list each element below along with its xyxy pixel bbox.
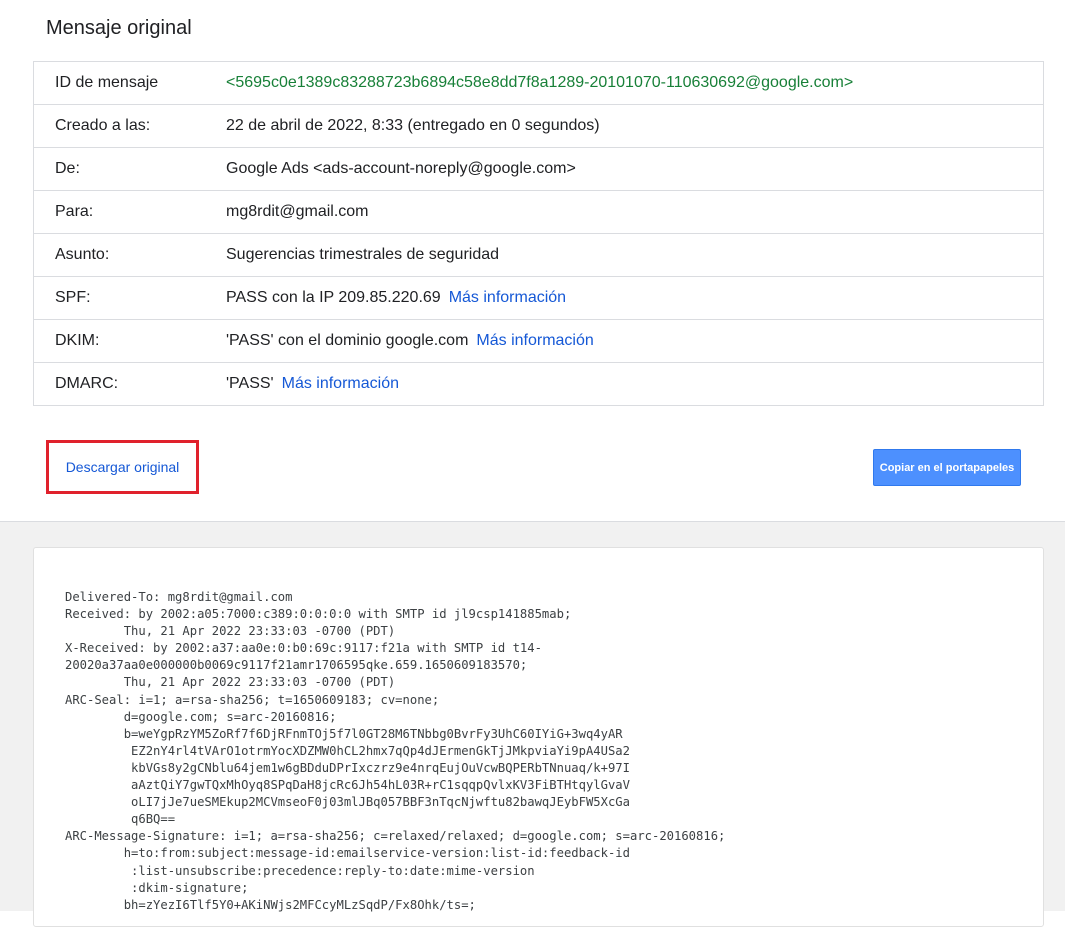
raw-message-card: Delivered-To: mg8rdit@gmail.com Received… xyxy=(33,547,1044,927)
header-value-subject: Sugerencias trimestrales de seguridad xyxy=(226,246,500,263)
header-value-dkim: 'PASS' con el dominio google.com Más info… xyxy=(226,332,1043,350)
header-row-spf: SPF: PASS con la IP 209.85.220.69 Más inf… xyxy=(34,277,1043,320)
copy-to-clipboard-button[interactable]: Copiar en el portapapeles xyxy=(873,449,1021,486)
dmarc-more-info-link[interactable]: Más información xyxy=(282,375,399,392)
header-label: Para: xyxy=(55,203,94,220)
header-label: DKIM: xyxy=(55,332,100,349)
header-row-dkim: DKIM: 'PASS' con el dominio google.com Má… xyxy=(34,320,1043,363)
download-highlight-box: Descargar original xyxy=(46,440,199,494)
header-value-dmarc: 'PASS' Más información xyxy=(226,375,1043,393)
header-label: Creado a las: xyxy=(55,117,151,134)
header-row-dmarc: DMARC: 'PASS' Más información xyxy=(34,363,1043,405)
download-original-link[interactable]: Descargar original xyxy=(66,459,180,475)
message-headers-table: ID de mensaje <5695c0e1389c83288723b6894… xyxy=(33,61,1044,406)
header-label: Asunto: xyxy=(55,246,110,263)
dkim-more-info-link[interactable]: Más información xyxy=(476,332,593,349)
raw-message-source: Delivered-To: mg8rdit@gmail.com Received… xyxy=(65,590,726,912)
header-row-to: Para: mg8rdit@gmail.com xyxy=(34,191,1043,234)
dmarc-result: 'PASS' xyxy=(226,375,274,392)
header-row-from: De: Google Ads <ads-account-noreply@goog… xyxy=(34,148,1043,191)
header-value-created: 22 de abril de 2022, 8:33 (entregado en … xyxy=(226,117,600,134)
header-label: DMARC: xyxy=(55,375,119,392)
header-row-subject: Asunto: Sugerencias trimestrales de segu… xyxy=(34,234,1043,277)
page-title: Mensaje original xyxy=(46,17,192,39)
header-row-created: Creado a las: 22 de abril de 2022, 8:33 … xyxy=(34,105,1043,148)
spf-more-info-link[interactable]: Más información xyxy=(449,289,566,306)
dkim-result: 'PASS' con el dominio google.com xyxy=(226,332,469,349)
header-label: ID de mensaje xyxy=(55,74,159,91)
header-value-from: Google Ads <ads-account-noreply@google.c… xyxy=(226,160,576,177)
header-value-spf: PASS con la IP 209.85.220.69 Más informac… xyxy=(226,289,1043,307)
header-value-message-id: <5695c0e1389c83288723b6894c58e8dd7f8a128… xyxy=(226,74,854,91)
spf-result: PASS con la IP 209.85.220.69 xyxy=(226,289,441,306)
header-label: De: xyxy=(55,160,80,177)
header-label: SPF: xyxy=(55,289,91,306)
header-row-message-id: ID de mensaje <5695c0e1389c83288723b6894… xyxy=(34,62,1043,105)
header-value-to: mg8rdit@gmail.com xyxy=(226,203,369,220)
